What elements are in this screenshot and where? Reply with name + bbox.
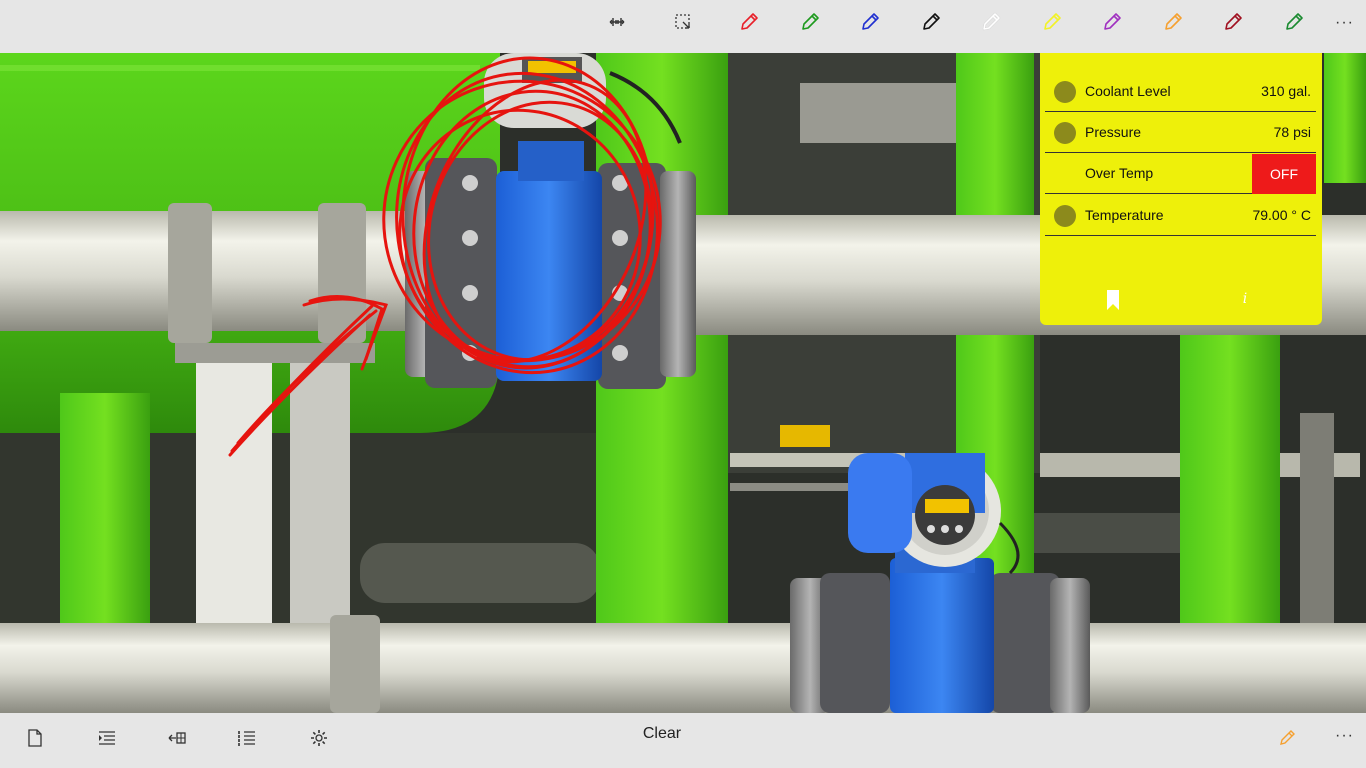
numbered-list-icon xyxy=(238,731,255,746)
insert-column-button[interactable] xyxy=(160,723,194,753)
orange-pen-button[interactable] xyxy=(1156,9,1190,35)
document-icon xyxy=(28,729,42,747)
row-value: 79.00 ° C xyxy=(1252,207,1311,223)
indent-list-icon xyxy=(99,731,115,745)
purple-pen-button[interactable] xyxy=(1095,9,1129,35)
clear-button[interactable]: Clear xyxy=(626,725,698,747)
pencil-icon xyxy=(801,13,819,30)
row-label: Coolant Level xyxy=(1085,83,1171,99)
pencil-icon xyxy=(922,13,940,30)
temperature-row: Temperature 79.00 ° C xyxy=(1045,195,1316,236)
over-temp-toggle[interactable]: OFF xyxy=(1252,154,1316,194)
dark-green-pen-button[interactable] xyxy=(1277,9,1311,35)
new-page-button[interactable] xyxy=(18,723,52,753)
pencil-icon xyxy=(1280,730,1295,745)
settings-button[interactable] xyxy=(302,723,336,753)
pencil-icon xyxy=(1285,13,1303,30)
row-label: Over Temp xyxy=(1085,165,1154,181)
status-indicator-icon xyxy=(1054,122,1076,144)
green-pen-button[interactable] xyxy=(793,9,827,35)
toolbar-more-button[interactable]: ··· xyxy=(1335,14,1354,32)
dark-red-pen-button[interactable] xyxy=(1216,9,1250,35)
bookmark-icon xyxy=(1107,290,1119,310)
red-pen-button[interactable] xyxy=(732,9,766,35)
blue-pen-button[interactable] xyxy=(853,9,887,35)
outline-button[interactable] xyxy=(90,723,124,753)
black-pen-button[interactable] xyxy=(914,9,948,35)
gear-icon xyxy=(311,730,327,746)
status-indicator-icon xyxy=(1054,81,1076,103)
row-label: Pressure xyxy=(1085,124,1142,140)
pencil-icon xyxy=(741,13,758,30)
lasso-select-icon xyxy=(675,14,690,29)
numbered-list-button[interactable] xyxy=(230,723,264,753)
pencil-icon xyxy=(1043,13,1061,30)
pencil-icon xyxy=(1104,13,1121,30)
over-temp-row: Over Temp OFF xyxy=(1045,153,1316,194)
lasso-select-button[interactable] xyxy=(666,9,700,35)
status-indicator-icon xyxy=(1054,205,1076,227)
pencil-icon xyxy=(862,13,879,30)
row-value: 78 psi xyxy=(1273,124,1311,140)
pressure-row: Pressure 78 psi xyxy=(1045,112,1316,153)
ruler-button[interactable] xyxy=(600,9,634,35)
active-pen-button[interactable] xyxy=(1270,723,1304,753)
ruler-icon xyxy=(609,18,625,26)
white-pen-button[interactable] xyxy=(974,9,1008,35)
bottom-more-button[interactable]: ··· xyxy=(1335,727,1354,745)
coolant-level-row: Coolant Level 310 gal. xyxy=(1045,71,1316,112)
app-window: ··· Coolant Level 310 gal. Pressure 78 p… xyxy=(0,0,1366,768)
bottom-toolbar: Clear ··· xyxy=(0,713,1366,768)
top-toolbar: ··· xyxy=(0,0,1366,53)
sensor-data-panel: Coolant Level 310 gal. Pressure 78 psi O… xyxy=(1040,53,1322,325)
insert-column-icon xyxy=(168,732,186,744)
bookmark-button[interactable] xyxy=(1106,289,1120,311)
pencil-icon xyxy=(1164,13,1182,30)
row-value: 310 gal. xyxy=(1261,83,1311,99)
info-button[interactable]: i xyxy=(1238,291,1252,311)
row-label: Temperature xyxy=(1085,207,1164,223)
pencil-icon xyxy=(982,12,1001,31)
pencil-icon xyxy=(1225,13,1242,30)
yellow-pen-button[interactable] xyxy=(1035,9,1069,35)
